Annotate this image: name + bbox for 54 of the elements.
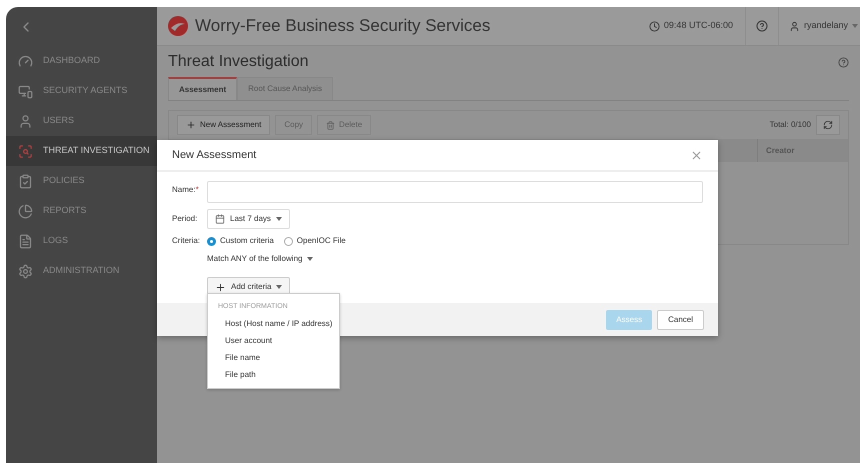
total-count: Total: 0/100	[770, 119, 811, 131]
sidebar-item[interactable]: DASHBOARD	[6, 46, 157, 76]
tab[interactable]: Root Cause Analysis	[237, 77, 333, 100]
trash-icon	[326, 120, 336, 130]
menu-item[interactable]: File path	[208, 366, 339, 383]
pie-chart-icon	[18, 204, 33, 218]
dialog-button[interactable]: Cancel	[657, 310, 704, 330]
user-icon	[18, 114, 33, 128]
time-text: 09:48 UTC-06:00	[664, 19, 733, 32]
scan-icon	[18, 144, 33, 158]
caret-icon	[307, 257, 314, 261]
settings-icon	[18, 264, 33, 278]
user-menu[interactable]: ryandelany	[778, 7, 860, 45]
caret-icon	[276, 217, 282, 221]
user-icon	[788, 20, 800, 32]
app-title: Worry-Free Business Security Services	[195, 15, 490, 38]
plus-icon	[186, 120, 196, 130]
match-dropdown[interactable]: Match ANY of the following	[207, 253, 314, 265]
radio-option[interactable]: Custom criteria	[207, 235, 274, 247]
tab[interactable]: Assessment	[168, 77, 238, 100]
clipboard-icon	[18, 174, 33, 188]
plus-icon	[215, 282, 226, 292]
toolbar-button[interactable]: New Assessment	[177, 115, 270, 135]
refresh-button[interactable]	[816, 115, 840, 135]
help-icon[interactable]	[756, 20, 768, 32]
gauge-icon	[18, 54, 33, 68]
field-label: Period:	[172, 213, 198, 225]
period-dropdown[interactable]: Last 7 days	[207, 209, 290, 229]
sidebar-item[interactable]: POLICIES	[6, 166, 157, 196]
page-title: Threat Investigation	[168, 52, 309, 72]
sidebar-item[interactable]: USERS	[6, 106, 157, 136]
logo-icon	[167, 15, 189, 37]
help-icon[interactable]	[838, 56, 849, 68]
document-icon	[18, 234, 33, 248]
dialog-title: New Assessment	[172, 148, 256, 163]
sidebar-item[interactable]: LOGS	[6, 226, 157, 256]
sidebar-item[interactable]: THREAT INVESTIGATION	[6, 136, 157, 166]
sidebar-item[interactable]: SECURITY AGENTS	[6, 76, 157, 106]
field-label: Name:*	[172, 184, 200, 196]
radio-option[interactable]: OpenIOC File	[284, 235, 346, 247]
menu-item[interactable]: File name	[208, 349, 339, 366]
sidebar-item[interactable]: ADMINISTRATION	[6, 256, 157, 286]
clock-icon	[648, 20, 660, 32]
sidebar-item[interactable]: REPORTS	[6, 196, 157, 226]
menu-item[interactable]: Host (Host name / IP address)	[208, 315, 339, 332]
field-label: Criteria:	[172, 235, 202, 247]
calendar-icon	[215, 214, 225, 224]
close-icon[interactable]	[690, 148, 703, 162]
caret-icon	[852, 24, 858, 28]
menu-item[interactable]: User account	[208, 332, 339, 349]
devices-icon	[18, 84, 33, 98]
name-input[interactable]	[206, 181, 703, 203]
refresh-icon	[823, 120, 833, 130]
caret-icon	[276, 285, 282, 289]
